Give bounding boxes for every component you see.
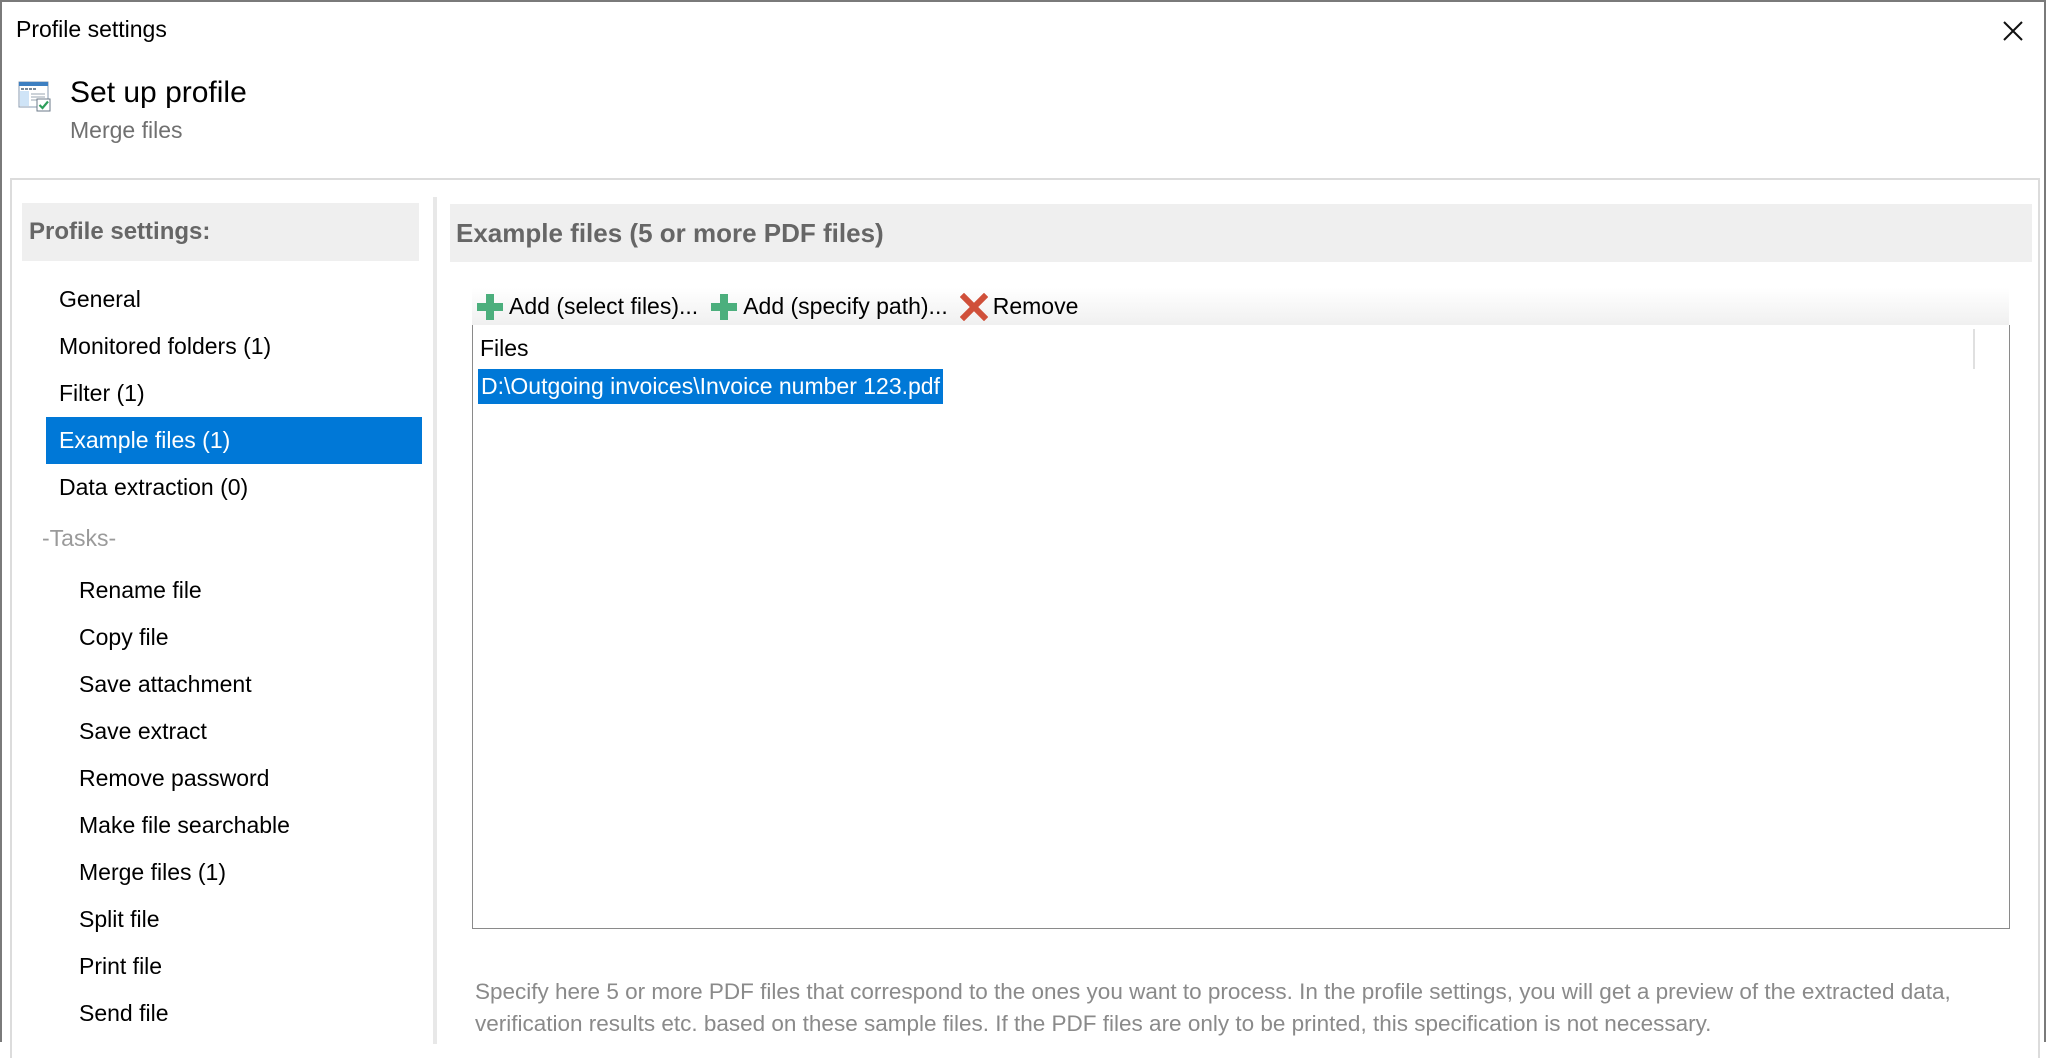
sidebar-item-make-file-searchable[interactable]: Make file searchable <box>46 802 422 849</box>
plus-icon <box>477 293 503 320</box>
column-header-files[interactable]: Files <box>480 335 529 362</box>
sidebar-item-copy-file[interactable]: Copy file <box>46 614 422 661</box>
files-toolbar: Add (select files)... Add (specify path)… <box>472 288 2009 326</box>
sidebar-item-label: Split file <box>79 906 160 932</box>
remove-x-icon <box>959 292 988 321</box>
sidebar-item-label: Remove password <box>79 765 270 791</box>
sidebar-item-label: Rename file <box>79 577 202 603</box>
list-item[interactable]: D:\Outgoing invoices\Invoice number 123.… <box>478 369 943 404</box>
sidebar-item-data-extraction[interactable]: Data extraction (0) <box>46 464 422 511</box>
sidebar-item-label: Print file <box>79 953 163 979</box>
sidebar-item-label: Data extraction (0) <box>59 474 249 500</box>
remove-button[interactable]: Remove <box>959 292 1079 321</box>
sidebar-item-label: Save extract <box>79 718 207 744</box>
sidebar-item-general[interactable]: General <box>46 276 422 323</box>
remove-label: Remove <box>992 293 1079 319</box>
profile-window-check-icon <box>18 81 51 112</box>
sidebar-item-monitored-folders[interactable]: Monitored folders (1) <box>46 323 422 370</box>
sidebar-item-remove-password[interactable]: Remove password <box>46 755 422 802</box>
sidebar-item-merge-files[interactable]: Merge files (1) <box>46 849 422 896</box>
sidebar-item-print-file[interactable]: Print file <box>46 943 422 990</box>
sidebar-heading: Profile settings: <box>22 203 419 261</box>
add-specify-path-label: Add (specify path)... <box>743 293 948 319</box>
sidebar-item-example-files[interactable]: Example files (1) <box>46 417 422 464</box>
tasks-group-label: -Tasks- <box>42 525 117 551</box>
file-path: D:\Outgoing invoices\Invoice number 123.… <box>481 373 940 399</box>
sidebar-item-label: Filter (1) <box>59 380 145 406</box>
plus-icon <box>711 293 738 320</box>
add-select-files-button[interactable]: Add (select files)... <box>476 293 698 321</box>
close-button[interactable] <box>1992 12 2034 50</box>
sidebar-item-label: General <box>59 286 141 312</box>
page-title: Set up profile <box>70 76 247 109</box>
sidebar-item-save-attachment[interactable]: Save attachment <box>46 661 422 708</box>
profile-settings-window: Profile settings Set up profile Merge fi… <box>0 0 2046 1058</box>
column-separator[interactable] <box>1973 329 1975 369</box>
section-heading: Example files (5 or more PDF files) <box>450 204 2032 262</box>
sidebar-item-send-file[interactable]: Send file <box>46 990 422 1037</box>
sidebar-item-label: Merge files (1) <box>79 859 226 885</box>
sidebar-item-filter[interactable]: Filter (1) <box>46 370 422 417</box>
add-select-files-label: Add (select files)... <box>509 293 699 319</box>
sidebar-item-label: Send file <box>79 1000 169 1026</box>
sidebar-item-label: Example files (1) <box>59 427 231 453</box>
sidebar-item-label: Copy file <box>79 624 169 650</box>
sidebar-item-rename-file[interactable]: Rename file <box>46 567 422 614</box>
sidebar-item-save-extract[interactable]: Save extract <box>46 708 422 755</box>
close-icon <box>2003 21 2023 41</box>
sidebar-item-label: Make file searchable <box>79 812 290 838</box>
files-list[interactable]: Files D:\Outgoing invoices\Invoice numbe… <box>472 325 2010 929</box>
sidebar-item-split-file[interactable]: Split file <box>46 896 422 943</box>
window-title: Profile settings <box>16 16 167 42</box>
page-subtitle: Merge files <box>70 117 183 143</box>
description-text: Specify here 5 or more PDF files that co… <box>475 979 1951 1036</box>
add-specify-path-button[interactable]: Add (specify path)... <box>710 293 948 321</box>
sidebar-item-label: Monitored folders (1) <box>59 333 272 359</box>
panel-splitter[interactable] <box>433 197 437 1044</box>
sidebar-item-label: Save attachment <box>79 671 252 697</box>
